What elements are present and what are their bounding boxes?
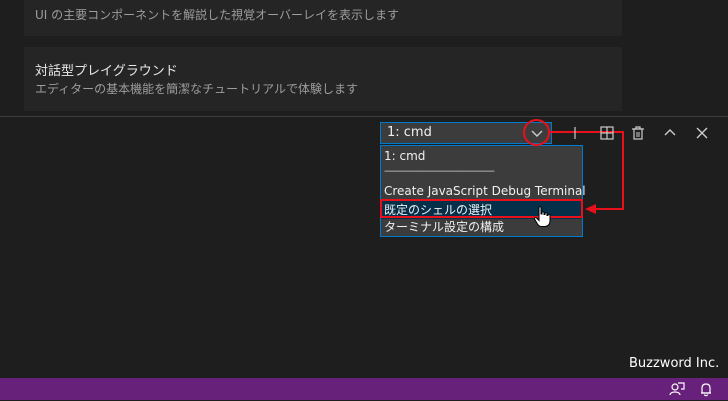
trash-icon[interactable] [629,124,647,142]
feedback-icon[interactable] [669,381,685,397]
bell-icon[interactable] [698,381,714,397]
status-bar [0,378,728,400]
watermark: Buzzword Inc. [629,356,720,371]
close-icon[interactable] [693,124,711,142]
hand-cursor-icon [533,206,551,232]
split-terminal-icon[interactable] [598,124,616,142]
chevron-up-icon[interactable] [661,124,679,142]
annotation-arrow [550,131,624,214]
terminal-divider-icon [566,124,584,142]
